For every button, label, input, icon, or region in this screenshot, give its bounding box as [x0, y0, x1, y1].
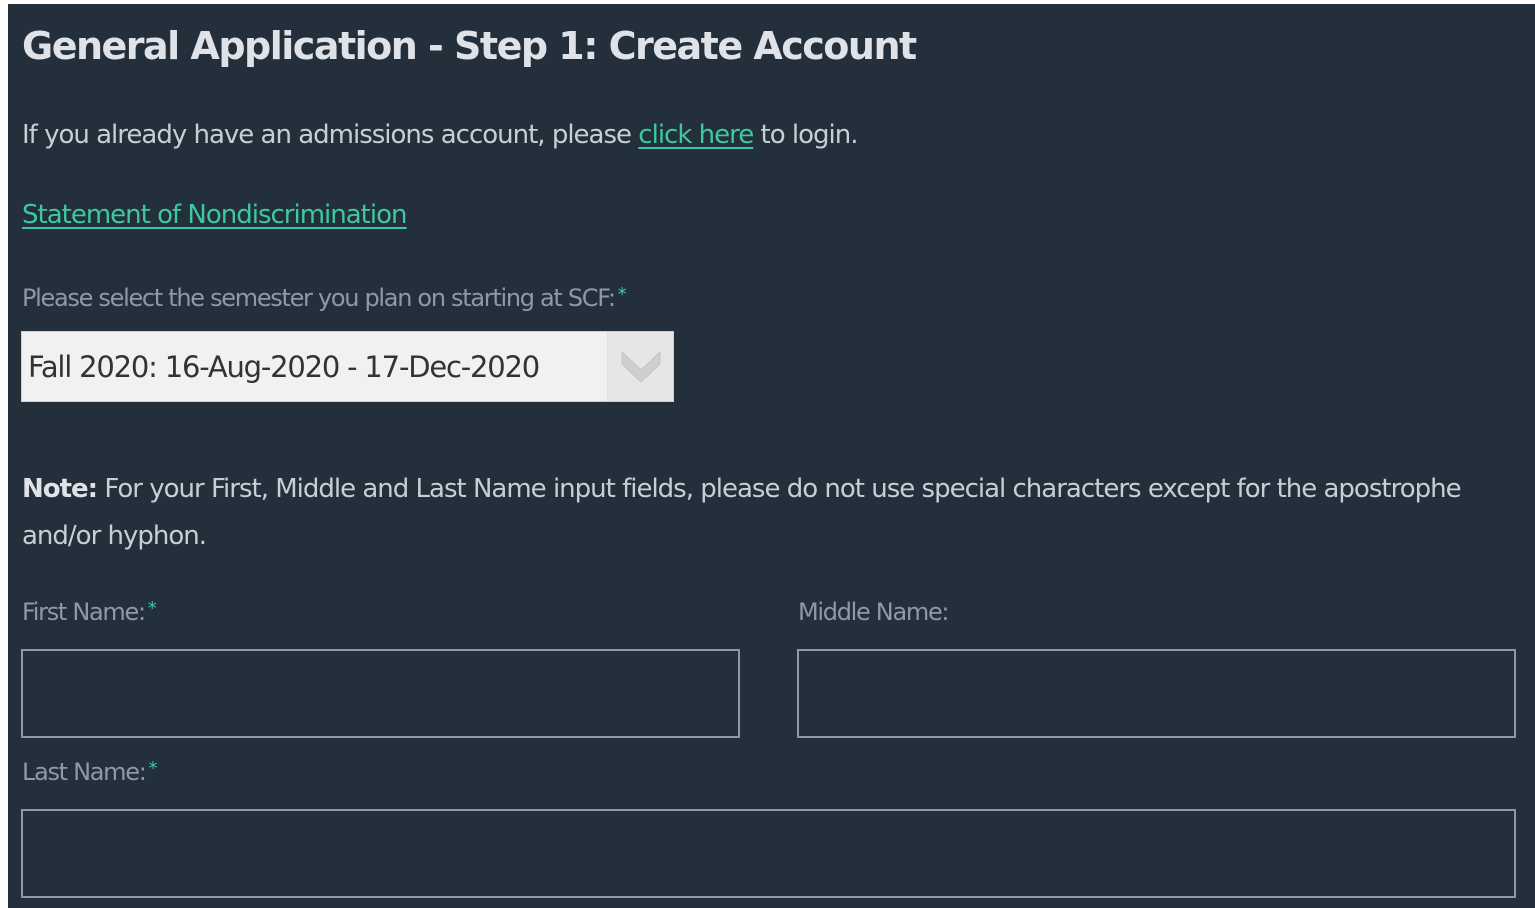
required-asterisk: *	[617, 284, 627, 305]
chevron-down-icon	[621, 350, 661, 383]
application-panel: General Application - Step 1: Create Acc…	[8, 4, 1535, 908]
login-prompt-text-after: to login.	[753, 120, 859, 150]
middle-name-label: Middle Name:	[798, 598, 950, 626]
last-name-input[interactable]	[21, 809, 1516, 898]
note-text: For your First, Middle and Last Name inp…	[22, 474, 1462, 551]
first-name-label-text: First Name:	[22, 598, 146, 626]
semester-select[interactable]: Fall 2020: 16-Aug-2020 - 17-Dec-2020	[21, 331, 674, 402]
middle-name-label-text: Middle Name:	[798, 598, 950, 626]
note-label: Note:	[22, 474, 98, 504]
login-prompt: If you already have an admissions accoun…	[22, 120, 859, 150]
semester-label: Please select the semester you plan on s…	[22, 284, 627, 312]
last-name-label: Last Name: *	[22, 758, 158, 786]
first-name-label: First Name: *	[22, 598, 157, 626]
first-name-input[interactable]	[21, 649, 740, 738]
semester-label-text: Please select the semester you plan on s…	[22, 284, 616, 312]
semester-select-toggle[interactable]	[607, 332, 673, 401]
required-asterisk: *	[147, 598, 157, 619]
semester-selected-value: Fall 2020: 16-Aug-2020 - 17-Dec-2020	[28, 350, 540, 384]
login-link[interactable]: click here	[638, 120, 754, 150]
last-name-label-text: Last Name:	[22, 758, 147, 786]
nondiscrimination-row: Statement of Nondiscrimination	[22, 200, 407, 230]
middle-name-input[interactable]	[797, 649, 1516, 738]
login-prompt-text-before: If you already have an admissions accoun…	[22, 120, 639, 150]
name-note: Note: For your First, Middle and Last Na…	[22, 466, 1462, 560]
required-asterisk: *	[148, 758, 158, 779]
page-title: General Application - Step 1: Create Acc…	[22, 24, 917, 68]
nondiscrimination-link[interactable]: Statement of Nondiscrimination	[22, 200, 407, 230]
